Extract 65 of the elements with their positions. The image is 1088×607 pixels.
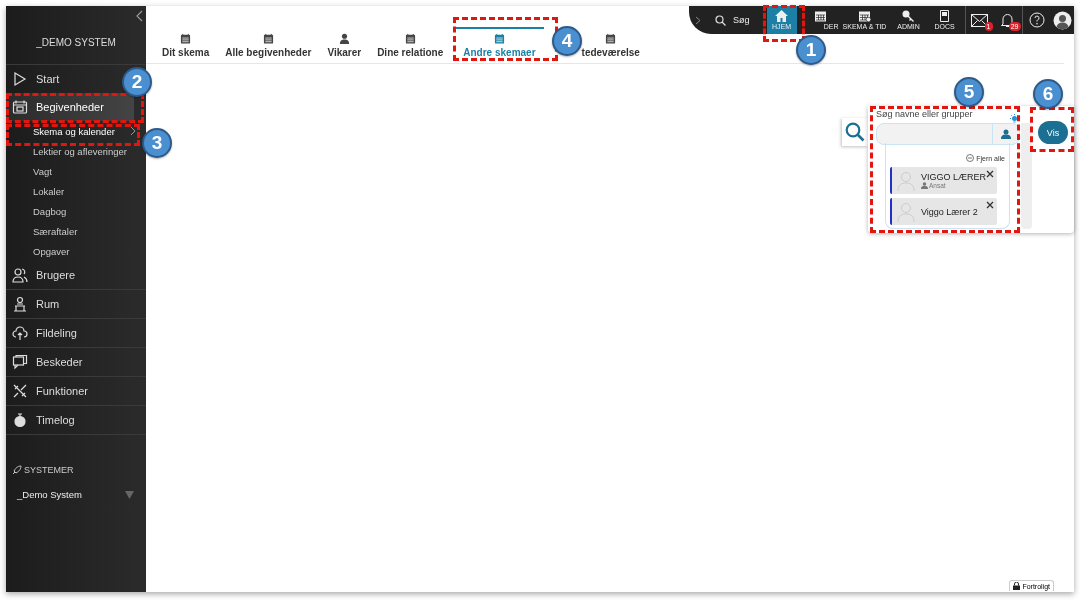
person-icon	[338, 33, 350, 44]
close-icon[interactable]	[986, 170, 994, 178]
search-button[interactable]	[842, 118, 868, 146]
chat-icon	[12, 354, 28, 370]
person-name: Viggo Lærer 2	[921, 206, 978, 217]
sidebar-subitem[interactable]: Lokaler	[6, 181, 138, 201]
help-icon[interactable]	[1028, 12, 1045, 28]
brand-name: _DEMO SYSTEM	[36, 36, 116, 48]
scrollbar-track[interactable]	[1021, 123, 1032, 229]
chevron-right-icon	[130, 126, 136, 136]
tab[interactable]: Andre skemaer	[455, 27, 544, 58]
tools-icon	[12, 383, 28, 399]
person-chip[interactable]: Viggo Lærer 2	[890, 198, 997, 225]
play-icon	[12, 71, 28, 87]
sidebar-subitem[interactable]: Opgaver	[6, 241, 138, 261]
avatar-icon	[897, 170, 915, 191]
calendar-icon	[813, 10, 827, 22]
rocket-icon	[12, 465, 22, 475]
search-icon	[845, 122, 865, 142]
sidebar-subitem[interactable]: Lektier og afleveringer	[6, 141, 138, 161]
search-field[interactable]	[876, 123, 1020, 145]
dropdown-icon	[125, 490, 134, 499]
avatar-icon[interactable]	[1052, 10, 1072, 30]
expand-icon[interactable]	[695, 15, 701, 25]
sidebar-item[interactable]: Begivenheder	[6, 93, 134, 121]
system-selector[interactable]: _Demo System	[6, 489, 146, 500]
cloud-icon	[12, 325, 28, 341]
sidebar-subitem[interactable]: Skema og kalender	[6, 121, 138, 141]
calendar-icon	[858, 10, 871, 22]
stopwatch-icon	[12, 412, 28, 428]
calendar-icon	[262, 33, 274, 44]
envelope-icon	[971, 13, 988, 27]
collapse-icon[interactable]	[135, 10, 143, 22]
tab[interactable]: Dit skema	[154, 27, 218, 58]
calendar-icon	[404, 33, 416, 44]
key-icon	[902, 10, 915, 22]
calendar-icon	[180, 33, 192, 44]
tab[interactable]: Vikarer	[319, 27, 370, 58]
sidebar-item[interactable]: Start	[6, 65, 114, 93]
person-icon	[12, 296, 28, 312]
document-icon	[938, 10, 951, 22]
search-button[interactable]: Søg	[715, 14, 750, 26]
lightbulb-icon[interactable]	[1010, 114, 1019, 124]
tab[interactable]: tedeværelse	[579, 27, 648, 58]
field-label: Søg navne eller grupper	[876, 109, 973, 119]
sidebar-subitem[interactable]: Vagt	[6, 161, 138, 181]
minus-circle-icon	[966, 154, 975, 162]
calendar-icon	[605, 33, 617, 44]
tab[interactable]: Alle begivenheder	[217, 27, 320, 58]
home-icon	[775, 10, 788, 22]
person-icon	[921, 182, 928, 189]
calendar-icon	[493, 33, 505, 44]
avatar-icon	[897, 201, 915, 222]
tab[interactable]: Dine relatione	[369, 27, 452, 58]
people-icon	[12, 267, 28, 283]
close-icon[interactable]	[986, 201, 994, 209]
person-icon	[1001, 129, 1011, 139]
mail-button[interactable]	[971, 13, 988, 27]
lock-icon	[1013, 582, 1021, 590]
sidebar-subitem[interactable]: Dagbog	[6, 201, 138, 221]
calendar-icon	[12, 99, 28, 115]
search-icon	[715, 14, 726, 26]
section-heading: SYSTEMER	[24, 465, 74, 475]
person-name: VIGGO LÆRER	[921, 172, 986, 182]
sidebar-subitem[interactable]: Særaftaler	[6, 221, 138, 241]
